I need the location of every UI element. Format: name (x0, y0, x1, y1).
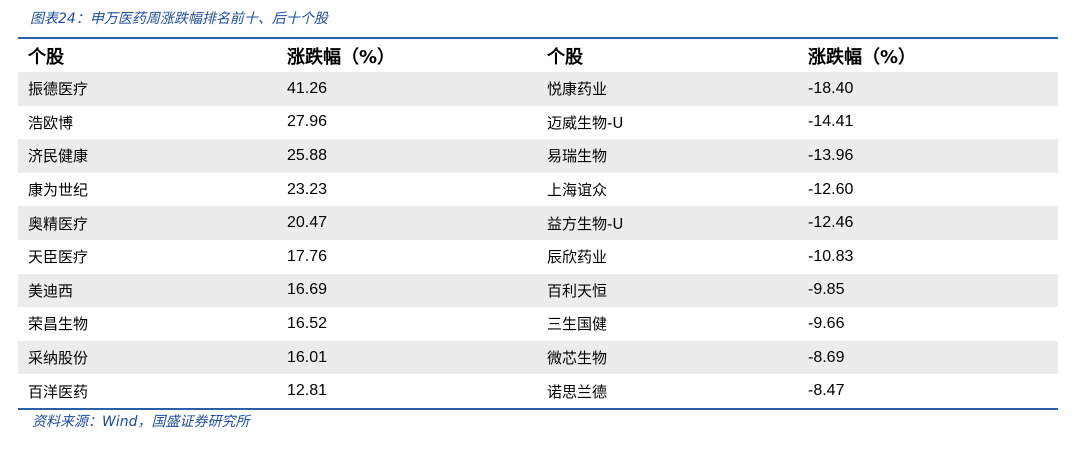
bottom-stock-change: -8.47 (808, 382, 845, 400)
header-change-1: 涨跌幅（%） (287, 46, 396, 68)
header-stock-2: 个股 (547, 46, 583, 68)
bottom-stock-change: -14.41 (808, 113, 854, 131)
top-stock-name: 美迪西 (28, 281, 74, 300)
table-row: 荣昌生物 16.52 三生国健 -9.66 (18, 307, 1058, 341)
bottom-stock-change: -9.66 (808, 314, 845, 332)
top-stock-change: 23.23 (287, 180, 328, 198)
table-row: 浩欧博 27.96 迈威生物-U -14.41 (18, 106, 1058, 140)
table-caption: 图表24：申万医药周涨跌幅排名前十、后十个股 (30, 11, 328, 27)
top-stock-change: 27.96 (287, 113, 328, 131)
table-row: 美迪西 16.69 百利天恒 -9.85 (18, 273, 1058, 308)
bottom-stock-name: 微芯生物 (547, 349, 608, 368)
bottom-stock-name: 百利天恒 (547, 281, 608, 300)
bottom-stock-change: -10.83 (808, 247, 854, 265)
bottom-stock-name: 上海谊众 (547, 181, 608, 200)
top-stock-name: 振德医疗 (28, 80, 89, 99)
table-row: 振德医疗 41.26 悦康药业 -18.40 (18, 72, 1058, 106)
table-bottom-rule (18, 407, 1058, 410)
bottom-stock-change: -18.40 (808, 79, 854, 97)
table-row: 百洋医药 12.81 诺思兰德 -8.47 (18, 374, 1058, 408)
bottom-stock-name: 诺思兰德 (547, 382, 608, 401)
top-stock-change: 41.26 (287, 79, 328, 97)
stock-ranking-table: 个股 涨跌幅（%） 个股 涨跌幅（%） 振德医疗 41.26 悦康药业 -18.40 浩… (18, 37, 1058, 410)
top-stock-name: 天臣医疗 (28, 248, 89, 267)
top-stock-name: 济民健康 (28, 147, 89, 166)
top-stock-name: 采纳股份 (28, 349, 89, 368)
table-row: 采纳股份 16.01 微芯生物 -8.69 (18, 340, 1058, 375)
bottom-stock-change: -8.69 (808, 348, 845, 366)
table-header-row: 个股 涨跌幅（%） 个股 涨跌幅（%） (18, 39, 1058, 72)
top-stock-change: 16.52 (287, 314, 328, 332)
source-note: 资料来源：Wind，国盛证券研究所 (32, 414, 250, 430)
bottom-stock-change: -12.46 (808, 214, 854, 232)
top-stock-change: 25.88 (287, 146, 328, 164)
top-stock-name: 百洋医药 (28, 382, 89, 401)
bottom-stock-name: 辰欣药业 (547, 248, 608, 267)
header-stock-1: 个股 (28, 46, 64, 68)
top-stock-change: 17.76 (287, 247, 328, 265)
top-stock-change: 16.69 (287, 281, 328, 299)
table-row: 奥精医疗 20.47 益方生物-U -12.46 (18, 206, 1058, 240)
top-stock-name: 康为世纪 (28, 181, 89, 200)
bottom-stock-name: 三生国健 (547, 315, 608, 334)
bottom-stock-name: 悦康药业 (547, 80, 608, 99)
header-change-2: 涨跌幅（%） (808, 46, 917, 68)
bottom-stock-name: 易瑞生物 (547, 147, 608, 166)
top-stock-name: 浩欧博 (28, 113, 74, 132)
bottom-stock-change: -12.60 (808, 180, 854, 198)
top-stock-name: 荣昌生物 (28, 315, 89, 334)
table-body: 振德医疗 41.26 悦康药业 -18.40 浩欧博 27.96 迈威生物-U -14.41 济… (18, 72, 1058, 408)
top-stock-change: 16.01 (287, 348, 328, 366)
top-stock-change: 20.47 (287, 214, 328, 232)
top-stock-change: 12.81 (287, 382, 328, 400)
bottom-stock-name: 迈威生物-U (547, 113, 624, 132)
table-row: 天臣医疗 17.76 辰欣药业 -10.83 (18, 240, 1058, 274)
table-row: 济民健康 25.88 易瑞生物 -13.96 (18, 139, 1058, 173)
top-stock-name: 奥精医疗 (28, 214, 89, 233)
bottom-stock-name: 益方生物-U (547, 214, 624, 233)
bottom-stock-change: -13.96 (808, 146, 854, 164)
table-row: 康为世纪 23.23 上海谊众 -12.60 (18, 173, 1058, 207)
bottom-stock-change: -9.85 (808, 281, 845, 299)
